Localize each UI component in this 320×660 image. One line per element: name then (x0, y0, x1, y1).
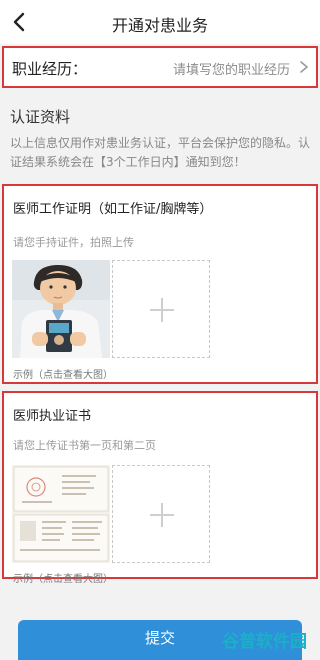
plus-icon-vertical (161, 298, 163, 322)
plus-icon-vertical (161, 503, 163, 527)
header-bar: 开通对患业务 (0, 0, 320, 44)
card-title: 医师工作证明（如工作证/胸牌等） (13, 202, 213, 217)
example-photo-certificate[interactable] (12, 465, 110, 563)
example-link[interactable]: 示例（点击查看大图） (13, 570, 113, 585)
chevron-right-icon (300, 61, 308, 73)
card-title: 医师执业证书 (13, 409, 92, 424)
experience-row[interactable]: 职业经历： 请填写您的职业经历 (2, 46, 318, 88)
section-title: 认证资料 (10, 108, 71, 126)
section-description: 以上信息仅用作对患业务认证，平台会保护您的隐私。认证结果系统会在【3个工作日内】… (10, 136, 311, 169)
upload-license-button[interactable] (112, 465, 210, 563)
page-title: 开通对患业务 (111, 16, 208, 35)
license-card: 医师执业证书 请您上传证书第一页和第二页 示例（点击查看大图） (2, 391, 318, 585)
experience-label: 职业经历： (12, 60, 88, 78)
upload-work-proof-button[interactable] (112, 260, 210, 358)
example-link[interactable]: 示例（点击查看大图） (13, 366, 113, 381)
card-hint: 请您手持证件，拍照上传 (13, 236, 134, 249)
watermark-text: 谷普软件园 (222, 632, 307, 652)
card-hint: 请您上传证书第一页和第二页 (13, 439, 156, 452)
watermark-logo: 谷普软件园 (220, 626, 314, 652)
experience-placeholder[interactable]: 请填写您的职业经历 (173, 59, 290, 78)
example-photo-doctor[interactable] (12, 260, 110, 358)
work-proof-card: 医师工作证明（如工作证/胸牌等） 请您手持证件，拍照上传 示例（点击查看大图） (2, 184, 318, 384)
